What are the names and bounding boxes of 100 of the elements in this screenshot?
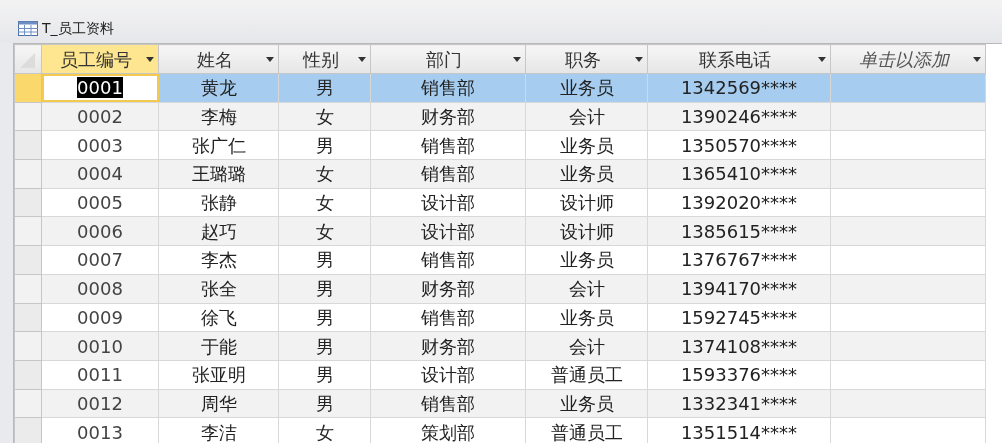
column-header[interactable]: 部门 [370,44,526,74]
table-cell: 1392020**** [647,188,831,217]
table-cell: 1332341**** [647,389,831,418]
table-cell: 张亚明 [158,360,279,390]
table-cell: 会计 [525,331,648,361]
row-selector[interactable] [14,274,42,303]
table-cell: 0005 [41,188,159,217]
row-selector[interactable] [14,389,42,418]
table-cell: 0011 [41,360,159,390]
table-cell: 1390246**** [647,102,831,131]
table-cell: 张静 [158,188,279,217]
dropdown-arrow-icon[interactable] [635,56,643,62]
row-selector[interactable] [14,417,42,443]
table-cell: 男 [278,331,371,361]
dropdown-arrow-icon[interactable] [358,56,366,62]
table-cell: 设计师 [525,216,648,246]
table-cell: 女 [278,216,371,246]
column-header[interactable]: 职务 [525,44,648,74]
table-cell: 李杰 [158,245,279,275]
table-cell: 1593376**** [647,360,831,390]
column-header[interactable]: 性别 [278,44,371,74]
table-cell: 设计部 [370,360,526,390]
table-cell: 周华 [158,389,279,418]
table-cell: 徐飞 [158,303,279,332]
dropdown-arrow-icon[interactable] [146,56,154,62]
table-cell: 业务员 [525,303,648,332]
table-cell: 0012 [41,389,159,418]
table-cell: 1365410**** [647,159,831,189]
table-cell: 男 [278,245,371,275]
column-header[interactable]: 单击以添加 [830,44,986,74]
table-cell: 女 [278,102,371,131]
table-cell: 财务部 [370,274,526,303]
table-cell: 张全 [158,274,279,303]
table-cell: 业务员 [525,130,648,160]
table-cell: 1376767**** [647,245,831,275]
table-cell: 1350570**** [647,130,831,160]
table-cell: 李梅 [158,102,279,131]
table-cell: 销售部 [370,389,526,418]
table-cell: 业务员 [525,245,648,275]
table-cell: 设计部 [370,216,526,246]
table-cell: 1374108**** [647,331,831,361]
table-cell: 男 [278,130,371,160]
dropdown-arrow-icon[interactable] [973,56,981,62]
row-selector[interactable] [14,216,42,246]
table-cell: 于能 [158,331,279,361]
table-cell: 赵巧 [158,216,279,246]
table-cell: 会计 [525,274,648,303]
table-cell: 1342569**** [647,73,831,103]
table-cell: 王璐璐 [158,159,279,189]
table-cell: 1592745**** [647,303,831,332]
table-icon [18,20,38,36]
table-cell: 1394170**** [647,274,831,303]
column-header[interactable]: 员工编号 [41,44,159,74]
table-cell: 0007 [41,245,159,275]
table-cell: 男 [278,73,371,103]
table-cell: 0009 [41,303,159,332]
row-selector[interactable] [14,159,42,189]
dropdown-arrow-icon[interactable] [818,56,826,62]
table-cell: 普通员工 [525,360,648,390]
row-selector[interactable] [14,245,42,275]
table-cell: 财务部 [370,331,526,361]
table-cell: 销售部 [370,245,526,275]
table-cell: 0002 [41,102,159,131]
table-cell: 销售部 [370,159,526,189]
row-selector[interactable] [14,360,42,390]
table-cell: 业务员 [525,159,648,189]
table-cell: 男 [278,360,371,390]
table-cell: 男 [278,303,371,332]
column-header[interactable]: 姓名 [158,44,279,74]
row-selector[interactable] [14,303,42,332]
table-cell: 0001 [41,73,159,103]
table-cell: 黄龙 [158,73,279,103]
table-cell: 0006 [41,216,159,246]
column-header[interactable]: 联系电话 [647,44,831,74]
table-cell: 0003 [41,130,159,160]
table-cell: 女 [278,188,371,217]
table-cell: 销售部 [370,73,526,103]
table-cell: 0010 [41,331,159,361]
table-cell: 销售部 [370,303,526,332]
table-cell: 男 [278,274,371,303]
table-cell: 业务员 [525,389,648,418]
table-cell: 设计师 [525,188,648,217]
table-cell: 0008 [41,274,159,303]
table-cell: 女 [278,159,371,189]
table-cell: 设计部 [370,188,526,217]
row-selector[interactable] [14,73,42,103]
table-cell: 财务部 [370,102,526,131]
table-cell: 业务员 [525,73,648,103]
dropdown-arrow-icon[interactable] [513,56,521,62]
row-selector[interactable] [14,188,42,217]
table-cell: 1385615**** [647,216,831,246]
row-selector[interactable] [14,130,42,160]
row-selector[interactable] [14,102,42,131]
table-cell: 0004 [41,159,159,189]
table-cell: 男 [278,389,371,418]
table-cell: 会计 [525,102,648,131]
window-title: T_员工资料 [42,18,114,38]
dropdown-arrow-icon[interactable] [266,56,274,62]
table-cell: 张广仁 [158,130,279,160]
row-selector[interactable] [14,331,42,361]
